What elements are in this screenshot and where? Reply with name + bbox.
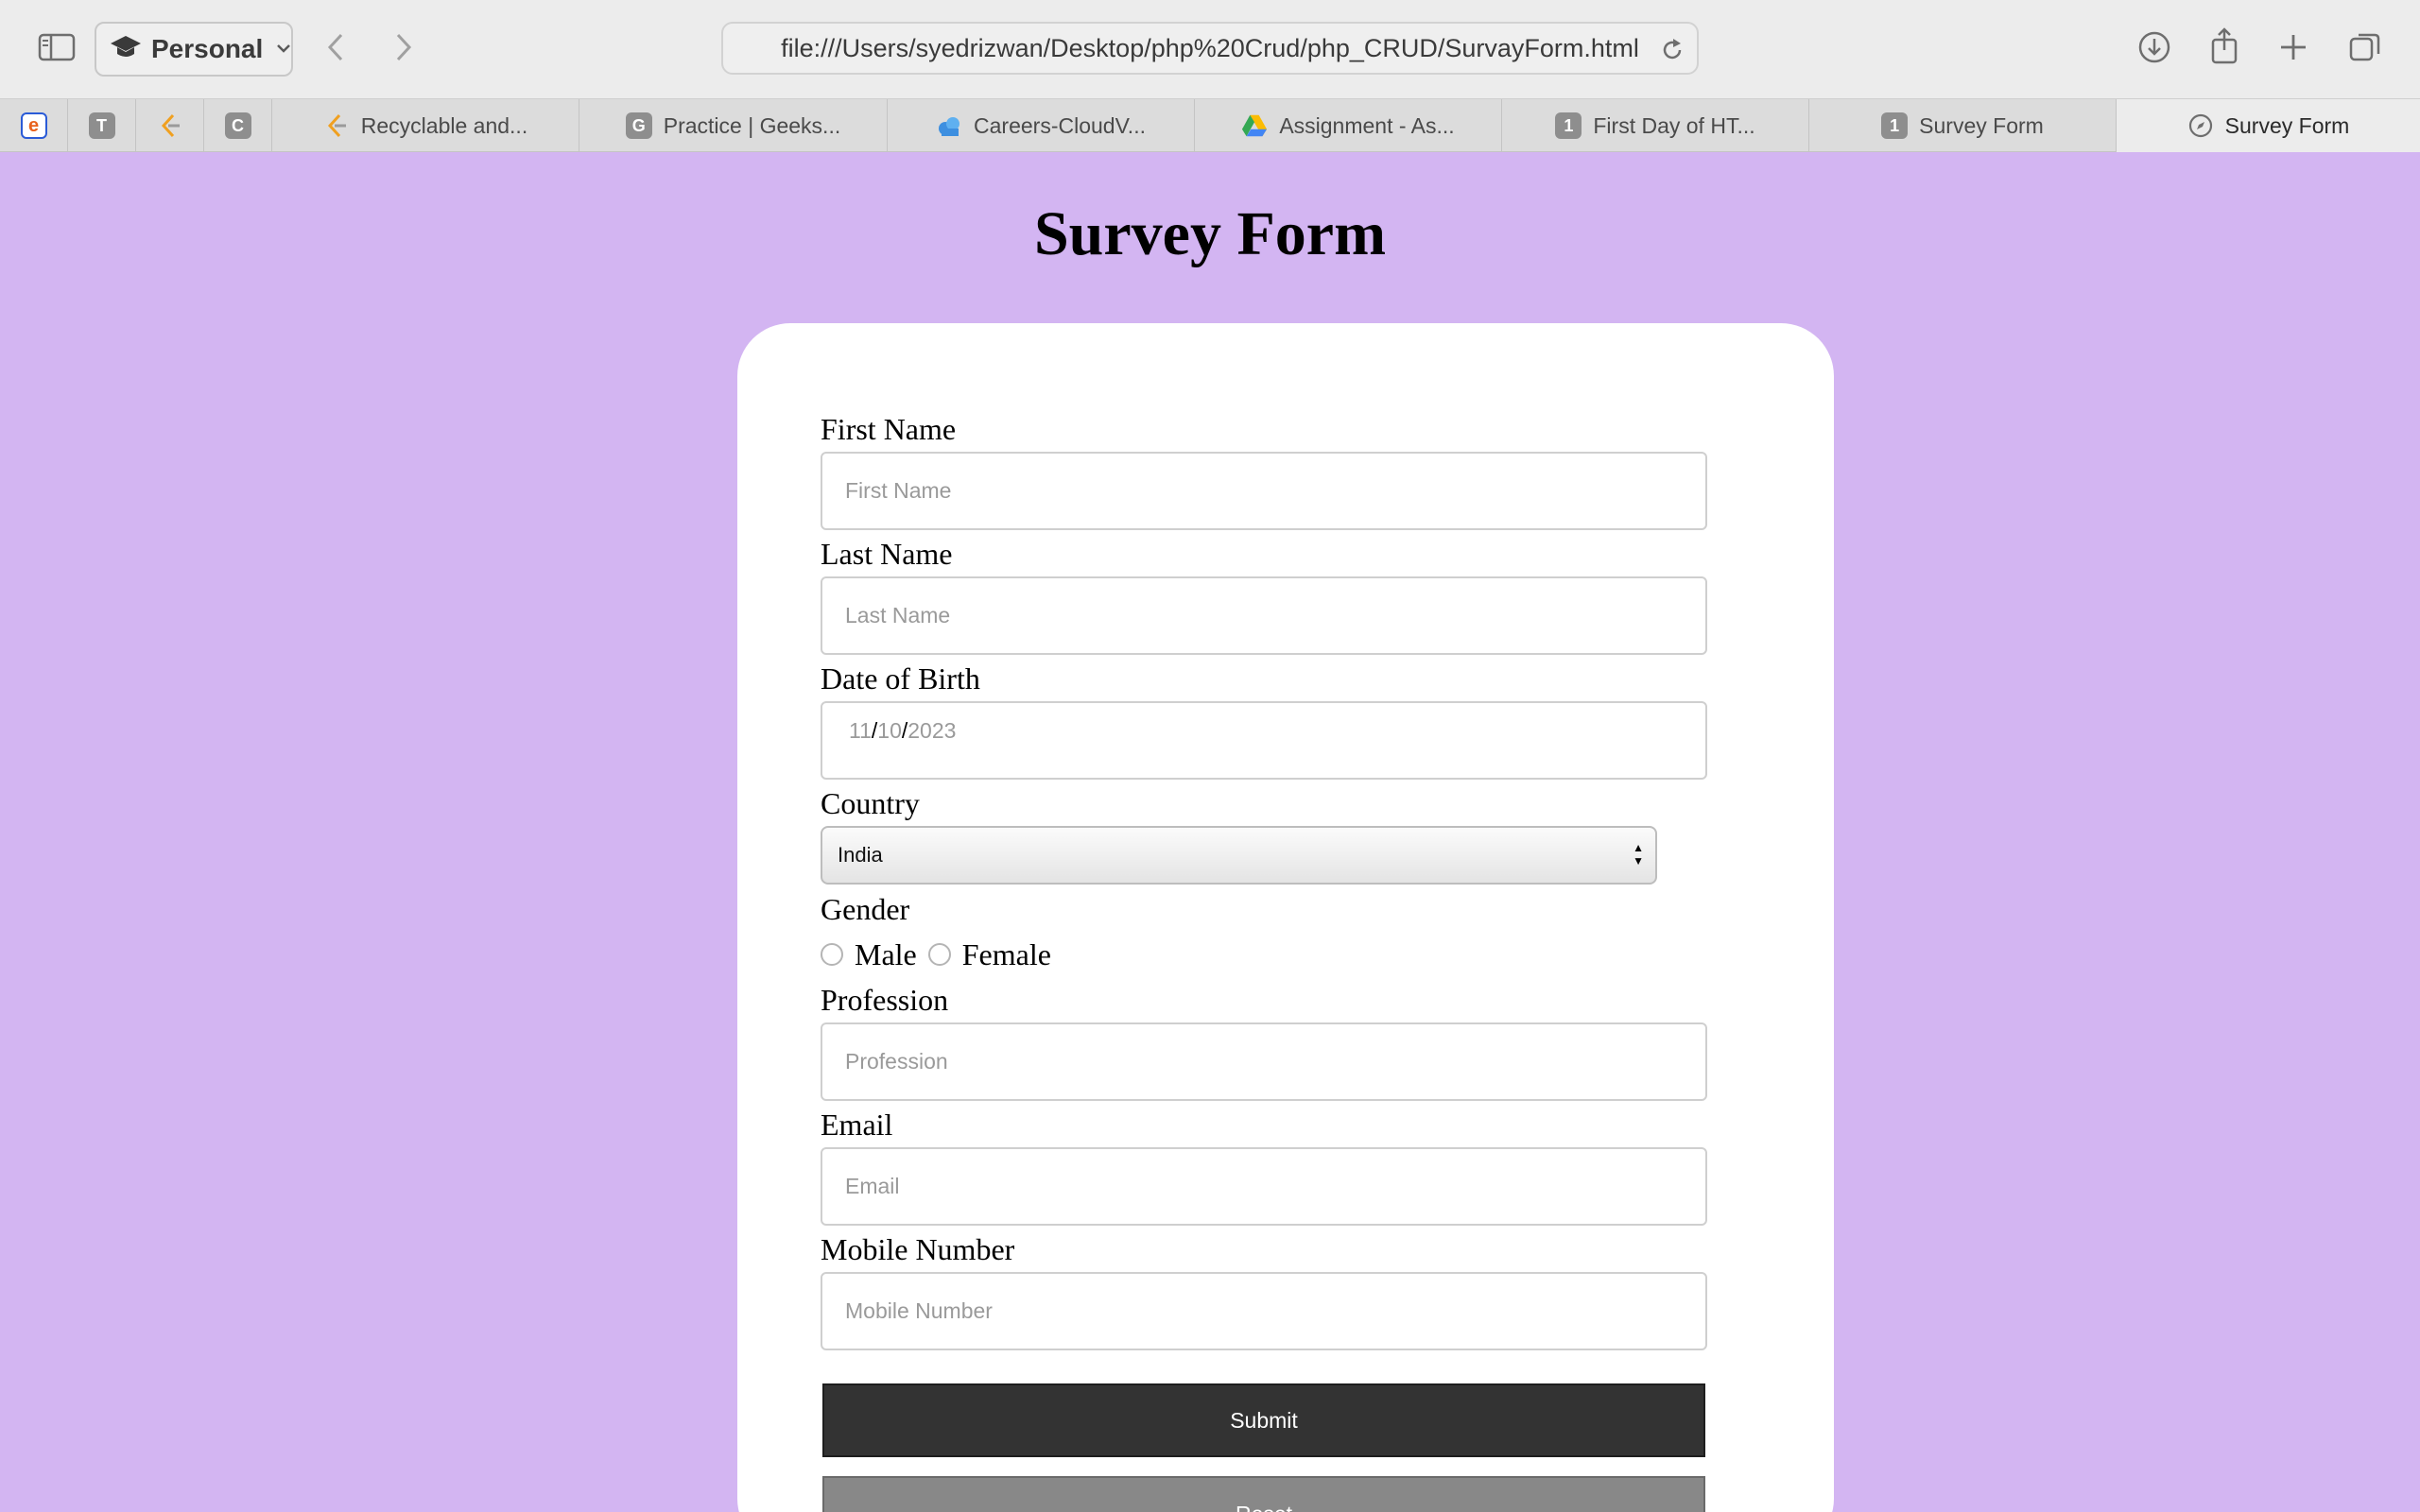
tab-pinned-1[interactable]: e: [0, 99, 68, 152]
tab-label: Survey Form: [2224, 112, 2350, 138]
e-logo-icon: e: [20, 112, 47, 139]
compass-icon: [2187, 112, 2214, 139]
tab-label: Survey Form: [1919, 112, 2044, 138]
profile-label: Personal: [151, 34, 264, 63]
tab-overview-icon[interactable]: [2348, 30, 2382, 64]
graduation-cap-icon: [110, 34, 142, 65]
page-title: Survey Form: [1033, 199, 1387, 268]
profession-input[interactable]: [821, 1022, 1707, 1101]
cloud-icon: [936, 112, 962, 139]
leetcode-icon: [157, 112, 183, 139]
reload-icon[interactable]: [1659, 37, 1685, 68]
tab-survey-form-1[interactable]: 1 Survey Form: [1809, 99, 2117, 152]
url-text: file:///Users/syedrizwan/Desktop/php%20C…: [781, 33, 1639, 62]
new-tab-icon[interactable]: [2278, 32, 2308, 62]
chevron-down-icon: [276, 41, 291, 58]
tab-pinned-2[interactable]: T: [68, 99, 136, 152]
gender-label: Gender: [821, 892, 910, 926]
tab-bar: e T C Recyclable and... G Practice | Gee…: [0, 98, 2420, 152]
submit-button[interactable]: Submit: [822, 1383, 1705, 1457]
dob-label: Date of Birth: [821, 662, 980, 696]
gender-options: Male Female: [821, 936, 1063, 973]
dob-value: 11/10/2023: [849, 718, 956, 744]
share-icon[interactable]: [2209, 26, 2239, 64]
tab-label: Careers-CloudV...: [974, 112, 1146, 138]
tab-label: First Day of HT...: [1593, 112, 1755, 138]
letter-c-icon: C: [224, 112, 251, 139]
mobile-number-input[interactable]: [821, 1272, 1707, 1350]
country-select[interactable]: India ▲ ▼: [821, 826, 1657, 885]
first-name-input[interactable]: [821, 452, 1707, 530]
back-icon[interactable]: [325, 32, 346, 62]
drive-icon: [1241, 112, 1268, 139]
last-name-input[interactable]: [821, 576, 1707, 655]
gender-female-radio[interactable]: [927, 943, 951, 966]
tab-careers[interactable]: Careers-CloudV...: [888, 99, 1195, 152]
sidebar-toggle-icon[interactable]: [38, 32, 76, 62]
gender-male-radio[interactable]: [821, 943, 843, 966]
tab-pinned-4[interactable]: C: [204, 99, 272, 152]
leetcode-icon: [323, 112, 350, 139]
tab-recyclable[interactable]: Recyclable and...: [272, 99, 579, 152]
dob-input[interactable]: 11/10/2023: [821, 701, 1707, 780]
letter-t-icon: T: [88, 112, 115, 139]
tab-pinned-3[interactable]: [136, 99, 204, 152]
number-one-icon: 1: [1881, 112, 1909, 139]
dob-month[interactable]: 11: [849, 718, 872, 743]
profession-label: Profession: [821, 983, 949, 1017]
country-selected-value: India: [838, 843, 883, 867]
forward-icon[interactable]: [393, 32, 414, 62]
country-label: Country: [821, 786, 920, 820]
tab-label: Recyclable and...: [360, 112, 528, 138]
number-one-icon: 1: [1555, 112, 1582, 139]
tab-assignment[interactable]: Assignment - As...: [1195, 99, 1502, 152]
tab-label: Practice | Geeks...: [663, 112, 841, 138]
profile-switcher[interactable]: Personal: [95, 22, 293, 77]
dob-year[interactable]: 2023: [908, 718, 956, 743]
tab-practice-geeks[interactable]: G Practice | Geeks...: [579, 99, 888, 152]
downloads-icon[interactable]: [2137, 30, 2171, 64]
select-arrows-icon: ▲ ▼: [1633, 841, 1644, 868]
email-input[interactable]: [821, 1147, 1707, 1226]
address-bar[interactable]: file:///Users/syedrizwan/Desktop/php%20C…: [721, 22, 1699, 75]
tab-label: Assignment - As...: [1279, 112, 1455, 138]
first-name-label: First Name: [821, 412, 957, 446]
reset-button[interactable]: Reset: [822, 1476, 1705, 1512]
dob-day[interactable]: 10: [877, 718, 902, 743]
browser-toolbar: Personal file:///Users/syedrizwan/Deskto…: [0, 0, 2420, 98]
mobile-number-label: Mobile Number: [821, 1232, 1015, 1266]
tab-first-day[interactable]: 1 First Day of HT...: [1502, 99, 1809, 152]
letter-g-icon: G: [625, 112, 652, 139]
gender-female-label[interactable]: Female: [962, 937, 1051, 972]
gender-male-label[interactable]: Male: [855, 937, 917, 972]
tab-survey-form-active[interactable]: Survey Form: [2117, 99, 2420, 152]
last-name-label: Last Name: [821, 537, 953, 571]
email-label: Email: [821, 1108, 893, 1142]
